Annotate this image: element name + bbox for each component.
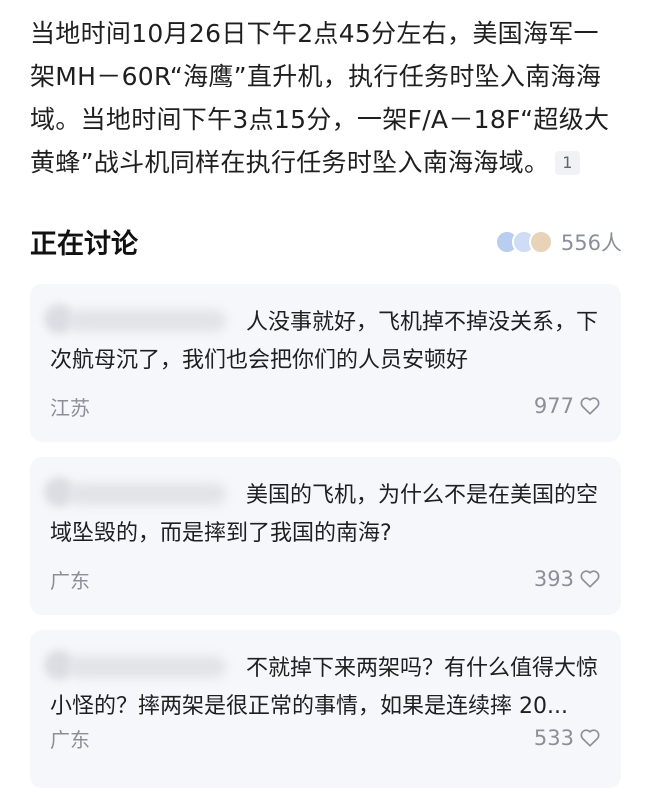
like-button[interactable]: 977 [534, 394, 601, 418]
comment-footer: 广东 533 [50, 724, 601, 752]
participants-summary[interactable]: 556人 [494, 228, 622, 256]
comment-card[interactable]: 人没事就好，飞机掉不掉没关系，下次航母沉了，我们也会把你们的人员安顿好 江苏 9… [30, 284, 621, 442]
comment-footer: 广东 393 [50, 565, 601, 593]
comment-text: 不就掉下来两架吗？有什么值得大惊小怪的？摔两架是很正常的事情，如果是连续摔 20… [50, 656, 599, 719]
like-count: 533 [533, 726, 574, 750]
participant-avatar [528, 230, 553, 254]
comment-text: 美国的飞机，为什么不是在美国的空域坠毁的，而是摔到了我国的南海? [50, 483, 599, 546]
like-button[interactable]: 533 [534, 726, 601, 750]
like-count: 393 [533, 567, 574, 591]
comment-card[interactable]: 美国的飞机，为什么不是在美国的空域坠毁的，而是摔到了我国的南海? 广东 393 [30, 457, 621, 615]
reference-badge[interactable]: 1 [555, 151, 580, 175]
participant-count: 556人 [560, 231, 622, 255]
article-text: 当地时间10月26日下午2点45分左右，美国海军一架MH－60R“海鹰”直升机，… [30, 19, 610, 177]
comment-location: 江苏 [50, 395, 90, 420]
participant-avatars [494, 228, 557, 256]
comment-text: 人没事就好，飞机掉不掉没关系，下次航母沉了，我们也会把你们的人员安顿好 [50, 310, 599, 373]
discussion-title: 正在讨论 [30, 229, 138, 260]
article-body: 当地时间10月26日下午2点45分左右，美国海军一架MH－60R“海鹰”直升机，… [30, 12, 622, 184]
heart-icon [580, 570, 600, 588]
like-count: 977 [533, 394, 574, 418]
comment-location: 广东 [50, 568, 90, 593]
comment-card[interactable]: 不就掉下来两架吗？有什么值得大惊小怪的？摔两架是很正常的事情，如果是连续摔 20… [30, 630, 621, 788]
heart-icon [580, 397, 600, 415]
comment-location: 广东 [50, 727, 90, 752]
comment-footer: 江苏 977 [50, 392, 601, 420]
discussion-header: 正在讨论 556人 [30, 218, 622, 264]
like-button[interactable]: 393 [534, 567, 601, 591]
heart-icon [580, 729, 600, 747]
